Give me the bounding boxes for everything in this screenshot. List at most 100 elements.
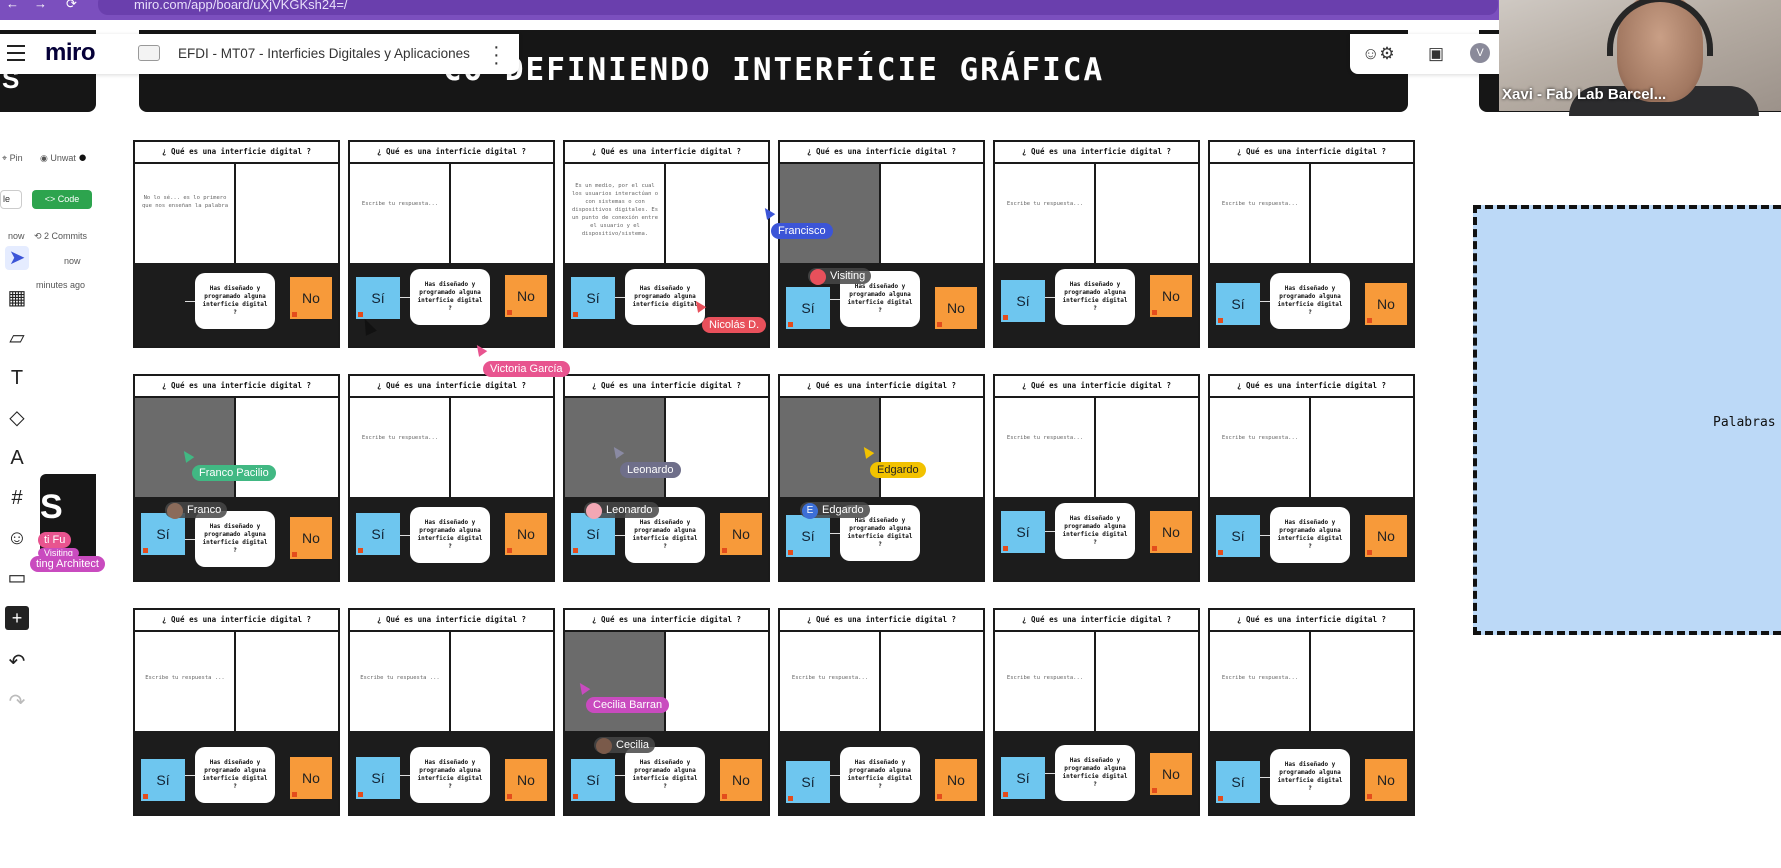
github-icon[interactable]: ● <box>78 149 87 166</box>
board-name[interactable]: EFDI - MT07 - Interficies Digitales y Ap… <box>178 46 470 61</box>
template-icon[interactable]: ▦ <box>5 286 29 310</box>
empty-cell[interactable] <box>883 398 983 497</box>
question-box[interactable]: Has diseñado y programado alguna interfi… <box>195 273 275 329</box>
palabras-frame[interactable]: Palabras <box>1473 205 1781 635</box>
undo-icon[interactable]: ↶ <box>5 650 29 674</box>
menu-icon[interactable] <box>7 45 25 61</box>
empty-cell[interactable] <box>883 164 983 263</box>
sticky-note-icon[interactable]: ▱ <box>5 326 29 350</box>
sticky-si[interactable]: Sí <box>1001 757 1045 799</box>
question-box[interactable]: Has diseñado y programado alguna interfi… <box>1270 749 1350 805</box>
pin-label[interactable]: ⌖ Pin <box>2 153 23 164</box>
sticky-no[interactable]: No <box>1150 275 1192 317</box>
empty-cell[interactable] <box>1098 632 1198 731</box>
emoji-icon[interactable]: ☺ <box>5 526 29 550</box>
question-frame[interactable]: ¿ Qué es una interficie digital ? Escribe… <box>778 608 985 816</box>
answer-cell[interactable]: Escribe tu respuesta... <box>995 164 1096 263</box>
empty-cell[interactable] <box>238 632 338 731</box>
sticky-no[interactable]: No <box>290 517 332 559</box>
sticky-si[interactable]: Sí <box>1216 761 1260 803</box>
answer-cell[interactable]: Es un medio, por el cual los usuarios in… <box>565 164 666 263</box>
sticky-si[interactable]: Sí <box>356 513 400 555</box>
answer-cell[interactable]: Escribe tu respuesta... <box>995 398 1096 497</box>
answer-cell[interactable]: No lo sé... es lo primero que nos enseña… <box>135 164 236 263</box>
empty-cell[interactable] <box>453 164 553 263</box>
empty-cell[interactable] <box>453 632 553 731</box>
empty-cell[interactable] <box>883 632 983 731</box>
question-frame[interactable]: ¿ Qué es una interficie digital ? Escribe… <box>1208 374 1415 582</box>
text-icon[interactable]: T <box>5 366 29 390</box>
question-frame[interactable]: ¿ Qué es una interficie digital ? Escribe… <box>348 374 555 582</box>
answer-cell[interactable]: Escribe tu respuesta... <box>1210 164 1311 263</box>
question-frame[interactable]: ¿ Qué es una interficie digital ? Escribe… <box>348 608 555 816</box>
question-frame[interactable]: ¿ Qué es una interficie digital ? Escribe… <box>993 374 1200 582</box>
sticky-si[interactable]: Sí <box>1216 515 1260 557</box>
question-box[interactable]: Has diseñado y programado alguna interfi… <box>625 269 705 325</box>
present-icon[interactable]: ▣ <box>1428 44 1444 64</box>
empty-cell[interactable] <box>1313 632 1413 731</box>
user-avatar[interactable]: V <box>1470 43 1490 63</box>
question-box[interactable]: Has diseñado y programado alguna interfi… <box>1055 503 1135 559</box>
answer-cell[interactable]: Escribe tu respuesta... <box>350 164 451 263</box>
question-box[interactable]: Has diseñado y programado alguna interfi… <box>195 747 275 803</box>
sticky-no[interactable]: No <box>505 275 547 317</box>
sticky-si[interactable]: Sí <box>356 277 400 319</box>
sticky-si[interactable]: Sí <box>141 513 185 555</box>
sticky-si[interactable]: Sí <box>786 287 830 329</box>
address-bar[interactable]: miro.com/app/board/uXjVKGKsh24=/ <box>98 0 1498 15</box>
kebab-icon[interactable]: · · · <box>493 37 500 73</box>
code-button[interactable]: <> Code <box>32 190 92 209</box>
sticky-no[interactable]: No <box>290 277 332 319</box>
sticky-no[interactable]: No <box>1365 759 1407 801</box>
sticky-no[interactable]: No <box>505 759 547 801</box>
answer-cell[interactable]: Escribe tu respuesta ... <box>350 632 451 731</box>
answer-cell[interactable]: Escribe tu respuesta... <box>780 632 881 731</box>
question-box[interactable]: Has diseñado y programado alguna interfi… <box>1055 745 1135 801</box>
sticky-si[interactable]: Sí <box>571 277 615 319</box>
sticky-si[interactable]: Sí <box>356 757 400 799</box>
empty-cell[interactable] <box>668 632 768 731</box>
sticky-si[interactable]: Sí <box>571 759 615 801</box>
sticky-no[interactable]: No <box>1365 283 1407 325</box>
sticky-no[interactable]: No <box>720 513 762 555</box>
sticky-no[interactable]: No <box>935 287 977 329</box>
answer-cell[interactable] <box>780 164 881 263</box>
redo-icon[interactable]: ↷ <box>5 690 29 714</box>
question-frame[interactable]: ¿ Qué es una interficie digital ? Escribe… <box>348 140 555 348</box>
answer-cell[interactable]: Escribe tu respuesta... <box>1210 398 1311 497</box>
sticky-no[interactable]: No <box>935 759 977 801</box>
question-box[interactable]: Has diseñado y programado alguna interfi… <box>410 507 490 563</box>
question-frame[interactable]: ¿ Qué es una interficie digital ? Escribe… <box>993 608 1200 816</box>
sticky-si[interactable]: Sí <box>786 761 830 803</box>
reactions-icon[interactable]: ☺⚙ <box>1362 44 1395 64</box>
answer-cell[interactable]: Escribe tu respuesta... <box>1210 632 1311 731</box>
empty-cell[interactable] <box>1313 398 1413 497</box>
commits-link[interactable]: ⟲ 2 Commits <box>34 231 87 242</box>
branch-select[interactable]: le <box>0 190 22 209</box>
answer-cell[interactable]: Escribe tu respuesta... <box>995 632 1096 731</box>
sticky-si[interactable]: Sí <box>1216 283 1260 325</box>
empty-cell[interactable] <box>1313 164 1413 263</box>
question-box[interactable]: Has diseñado y programado alguna interfi… <box>1055 269 1135 325</box>
comment-icon[interactable]: ▭ <box>5 566 29 590</box>
question-box[interactable]: Has diseñado y programado alguna interfi… <box>410 747 490 803</box>
add-icon[interactable]: + <box>5 606 29 630</box>
question-frame[interactable]: ¿ Qué es una interficie digital ? Escribe… <box>993 140 1200 348</box>
question-frame[interactable]: ¿ Qué es una interficie digital ? Escribe… <box>1208 608 1415 816</box>
reload-icon[interactable]: ⟳ <box>66 0 77 11</box>
sticky-no[interactable]: No <box>1150 753 1192 795</box>
sticky-si[interactable]: Sí <box>1001 511 1045 553</box>
sticky-no[interactable]: No <box>290 757 332 799</box>
forward-arrow-icon[interactable]: → <box>34 0 47 11</box>
question-frame[interactable]: ¿ Qué es una interficie digital ? Sí Has d… <box>563 374 770 582</box>
question-frame[interactable]: ¿ Qué es una interficie digital ? No lo s… <box>133 140 340 348</box>
question-box[interactable]: Has diseñado y programado alguna interfi… <box>195 511 275 567</box>
answer-cell[interactable]: Escribe tu respuesta ... <box>135 632 236 731</box>
answer-cell[interactable]: Escribe tu respuesta... <box>350 398 451 497</box>
sticky-no[interactable]: No <box>1150 511 1192 553</box>
empty-cell[interactable] <box>1098 398 1198 497</box>
question-box[interactable]: Has diseñado y programado alguna interfi… <box>625 747 705 803</box>
sticky-no[interactable]: No <box>720 759 762 801</box>
sticky-si[interactable]: Sí <box>1001 280 1045 322</box>
question-box[interactable]: Has diseñado y programado alguna interfi… <box>1270 507 1350 563</box>
